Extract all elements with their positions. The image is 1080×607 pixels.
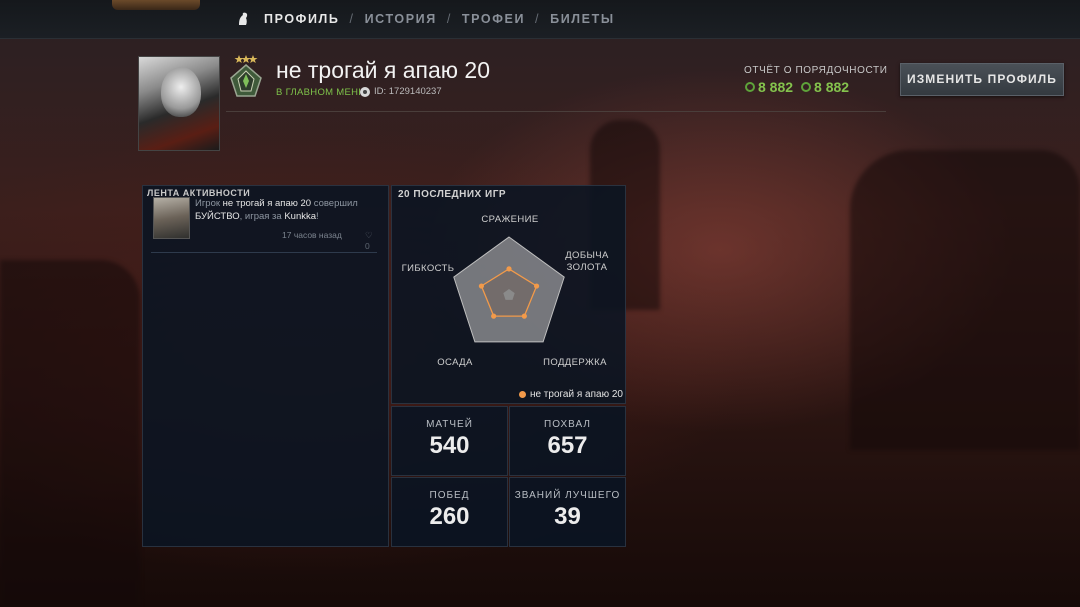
legend-dot: [518, 391, 526, 398]
top-navigation-bar: ПРОФИЛЬ / ИСТОРИЯ / ТРОФЕИ / БИЛЕТЫ: [0, 0, 1080, 39]
tab-history[interactable]: ИСТОРИЯ: [365, 12, 437, 26]
stat-value: 260: [429, 503, 470, 530]
tab-separator: /: [446, 12, 452, 26]
tab-profile[interactable]: ПРОФИЛЬ: [264, 12, 340, 26]
feed-divider: [151, 252, 377, 253]
tab-tickets[interactable]: БИЛЕТЫ: [550, 12, 615, 26]
conduct-value: 8 882: [801, 79, 849, 95]
activity-feed: ЛЕНТА АКТИВНОСТИ Игрок не трогай я апаю …: [142, 185, 389, 547]
legend-label: не трогай я апаю 20: [529, 389, 623, 400]
background-rock: [850, 150, 1080, 450]
stat-label: ПОХВАЛ: [544, 419, 591, 430]
header-divider: [226, 111, 886, 112]
activity-likes[interactable]: ♡ 0: [365, 230, 379, 251]
axis-label-pushing: ОСАДА: [437, 357, 473, 368]
stat-matches: МАТЧЕЙ 540: [391, 406, 508, 476]
radar-point: [533, 283, 540, 289]
stat-label: ЗВАНИЙ ЛУЧШЕГО: [514, 490, 621, 501]
radar-point: [478, 283, 485, 289]
activity-middle: , играя за: [239, 211, 282, 222]
radar-point: [521, 313, 527, 319]
chart-legend: не трогай я апаю 20: [518, 389, 623, 400]
tab-trophies[interactable]: ТРОФЕИ: [462, 12, 525, 26]
steam-icon: [360, 86, 370, 97]
activity-hero: Kunkka: [284, 211, 317, 222]
background-rock: [0, 260, 140, 607]
profile-tab-icon: [239, 12, 248, 25]
avatar-face: [161, 67, 201, 117]
activity-player[interactable]: не трогай я апаю 20: [223, 198, 311, 209]
menu-ornament: [112, 0, 200, 10]
conduct-report-values[interactable]: 8 882 8 882: [745, 79, 849, 95]
tab-separator: /: [535, 12, 541, 26]
last-games-title: 20 ПОСЛЕДНИХ ИГР: [398, 189, 507, 200]
conduct-score: 8 882: [758, 79, 794, 95]
player-status: В ГЛАВНОМ МЕНЮ: [276, 87, 369, 98]
stat-value: 540: [429, 432, 470, 459]
conduct-score: 8 882: [814, 79, 850, 95]
heart-icon: ♡: [365, 230, 373, 240]
stat-commends: ПОХВАЛ 657: [509, 406, 626, 476]
activity-likes-count: 0: [365, 241, 370, 251]
stat-wins: ПОБЕД 260: [391, 477, 508, 547]
tab-separator: /: [349, 12, 355, 26]
axis-label-versatility: ГИБКОСТЬ: [401, 263, 455, 274]
edit-profile-button[interactable]: ИЗМЕНИТЬ ПРОФИЛЬ: [900, 63, 1064, 96]
stat-value: 39: [554, 503, 581, 530]
conduct-icon: [745, 82, 755, 92]
activity-time: 17 часов назад: [282, 230, 342, 240]
stat-value: 657: [547, 432, 588, 459]
rank-medal-icon[interactable]: [225, 52, 267, 104]
axis-label-fighting: СРАЖЕНИЕ: [481, 214, 539, 225]
radar-point: [506, 266, 512, 272]
stat-label: МАТЧЕЙ: [426, 419, 473, 430]
activity-text: Игрок не трогай я апаю 20 совершил БУЙСТ…: [195, 197, 375, 223]
stat-label: ПОБЕД: [429, 490, 470, 501]
axis-label-support: ПОДДЕРЖКА: [543, 357, 607, 368]
activity-action: совершил: [313, 198, 358, 209]
activity-event: БУЙСТВО: [195, 211, 240, 222]
player-name: не трогай я апаю 20: [276, 57, 491, 83]
conduct-value: 8 882: [745, 79, 793, 95]
conduct-report-title[interactable]: ОТЧЁТ О ПОРЯДОЧНОСТИ: [744, 65, 888, 76]
radar-point: [491, 313, 497, 319]
profile-tabs: ПРОФИЛЬ / ИСТОРИЯ / ТРОФЕИ / БИЛЕТЫ: [236, 12, 615, 26]
axis-label-farming: ДОБЫЧА ЗОЛОТА: [565, 250, 609, 273]
activity-prefix: Игрок: [195, 198, 221, 209]
activity-suffix: !: [316, 211, 319, 222]
conduct-icon: [801, 82, 812, 92]
avatar[interactable]: [138, 56, 220, 151]
steam-id-text: ID: 1729140237: [374, 86, 442, 97]
hero-portrait: [153, 197, 190, 239]
stat-mvp: ЗВАНИЙ ЛУЧШЕГО 39: [509, 477, 626, 547]
last-games-panel: 20 ПОСЛЕДНИХ ИГР СРАЖЕНИЕ ДОБЫЧА ЗОЛОТА …: [391, 185, 626, 404]
steam-id: ID: 1729140237: [360, 86, 442, 97]
